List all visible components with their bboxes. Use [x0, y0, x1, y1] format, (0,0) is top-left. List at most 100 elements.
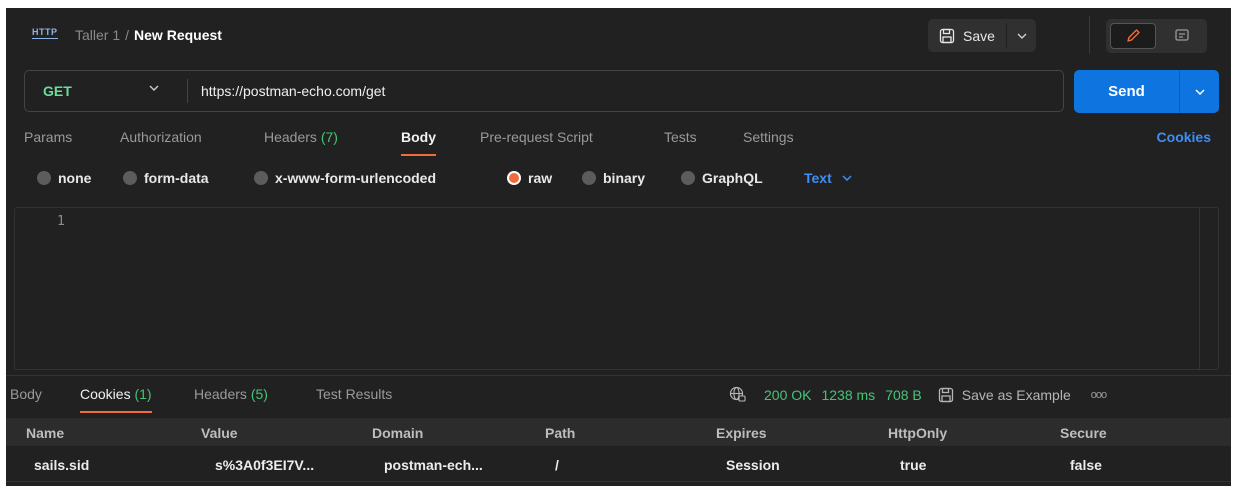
send-button[interactable]: Send [1074, 70, 1179, 113]
send-button-group: Send [1074, 70, 1219, 113]
row-divider [6, 481, 1231, 482]
documentation-mode-button[interactable] [1160, 23, 1204, 49]
status-code[interactable]: 200 OK [764, 387, 811, 403]
save-button-group: Save [928, 19, 1036, 52]
pencil-icon [1125, 28, 1141, 44]
response-tab-test-results[interactable]: Test Results [316, 386, 392, 414]
method-divider [187, 79, 188, 103]
more-options-icon[interactable]: ooo [1091, 389, 1107, 401]
view-mode-toggle [1106, 19, 1207, 53]
column-header-domain: Domain [372, 425, 424, 441]
column-header-path: Path [545, 425, 576, 441]
response-divider [6, 375, 1231, 376]
column-header-secure: Secure [1060, 425, 1107, 441]
breadcrumb-collection[interactable]: Taller 1 [75, 27, 120, 43]
radio-label: none [58, 170, 92, 186]
response-tab-headers[interactable]: Headers (5) [194, 386, 268, 414]
header-divider [1089, 16, 1090, 54]
editor-scrollbar[interactable] [1199, 208, 1200, 369]
tab-label: Body [401, 129, 436, 145]
radio-x-www-form-urlencoded[interactable]: x-www-form-urlencoded [254, 170, 436, 186]
edit-mode-button[interactable] [1110, 23, 1156, 49]
tab-count: (5) [250, 386, 268, 402]
save-icon [939, 28, 955, 44]
column-header-expires: Expires [716, 425, 767, 441]
line-number: 1 [57, 214, 65, 229]
request-tabs: Params Authorization Headers (7) Body Pr… [6, 129, 1231, 159]
raw-format-select[interactable]: Text [804, 170, 852, 186]
method-select[interactable]: GET [25, 71, 187, 111]
response-tab-cookies[interactable]: Cookies (1) [80, 386, 152, 414]
cookie-domain: postman-ech... [384, 457, 483, 473]
cookie-expires: Session [726, 457, 780, 473]
response-tab-body[interactable]: Body [10, 386, 42, 414]
save-button[interactable]: Save [928, 19, 1006, 52]
comment-icon [1174, 28, 1190, 44]
send-label: Send [1108, 83, 1145, 100]
breadcrumb: Taller 1 /New Request [75, 27, 222, 43]
cookie-httponly: true [900, 457, 927, 473]
cookies-table-header: Name Value Domain Path Expires HttpOnly … [6, 418, 1231, 446]
save-as-example-button[interactable]: Save as Example [938, 387, 1071, 403]
radio-label: form-data [144, 170, 209, 186]
radio-dot-selected [507, 171, 521, 185]
radio-form-data[interactable]: form-data [123, 170, 209, 186]
save-icon [938, 387, 954, 403]
radio-label: x-www-form-urlencoded [275, 170, 437, 186]
radio-label: GraphQL [702, 170, 763, 186]
radio-graphql[interactable]: GraphQL [681, 170, 763, 186]
cookies-link[interactable]: Cookies [1157, 129, 1211, 145]
response-size[interactable]: 708 B [885, 387, 922, 403]
tab-headers[interactable]: Headers (7) [264, 129, 338, 157]
column-header-value: Value [201, 425, 238, 441]
tab-label: Settings [743, 129, 794, 145]
cookie-path: / [555, 457, 559, 473]
radio-dot [681, 171, 695, 185]
save-options-button[interactable] [1007, 19, 1036, 52]
tab-body[interactable]: Body [401, 129, 436, 157]
postman-app: HTTP Taller 1/New Request Save GET https… [6, 8, 1231, 486]
tab-label: Authorization [120, 129, 202, 145]
radio-binary[interactable]: binary [582, 170, 645, 186]
url-bar: GET [24, 70, 1064, 112]
tab-label: Cookies [80, 386, 131, 402]
tab-label: Body [10, 386, 42, 402]
chevron-down-icon [149, 85, 159, 91]
tab-settings[interactable]: Settings [743, 129, 794, 157]
cookie-secure: false [1070, 457, 1102, 473]
method-value: GET [43, 83, 72, 99]
save-as-example-label: Save as Example [961, 386, 1071, 403]
network-globe-icon[interactable] [729, 386, 746, 403]
tab-pre-request-script[interactable]: Pre-request Script [480, 129, 593, 157]
body-type-options: none form-data x-www-form-urlencoded raw… [6, 170, 1231, 192]
response-tabs: Body Cookies (1) Headers (5) Test Result… [6, 386, 1231, 416]
chevron-down-icon [842, 175, 852, 181]
send-options-button[interactable] [1180, 70, 1219, 113]
radio-dot [37, 171, 51, 185]
tab-params[interactable]: Params [24, 129, 72, 157]
tab-label: Headers [194, 386, 247, 402]
tab-label: Test Results [316, 386, 393, 402]
tab-label: Pre-request Script [480, 129, 593, 145]
cookie-name: sails.sid [34, 457, 90, 473]
chevron-down-icon [1194, 88, 1205, 95]
response-time[interactable]: 1238 ms [821, 387, 875, 403]
request-name[interactable]: New Request [134, 27, 222, 43]
tab-count: (7) [320, 129, 338, 145]
tab-tests[interactable]: Tests [664, 129, 697, 157]
table-row[interactable]: sails.sid s%3A0f3EI7V... postman-ech... … [6, 448, 1231, 482]
tab-label: Headers [264, 129, 317, 145]
column-header-name: Name [26, 425, 65, 441]
radio-dot [254, 171, 268, 185]
radio-raw[interactable]: raw [507, 170, 552, 186]
response-status-bar: 200 OK 1238 ms 708 B Save as Example ooo [729, 386, 1107, 403]
radio-none[interactable]: none [37, 170, 91, 186]
tab-count: (1) [134, 386, 152, 402]
body-editor[interactable]: 1 [14, 207, 1219, 370]
raw-format-value: Text [804, 170, 832, 186]
column-header-httponly: HttpOnly [888, 425, 948, 441]
tab-authorization[interactable]: Authorization [120, 129, 202, 157]
save-label: Save [963, 27, 995, 44]
url-input[interactable] [201, 71, 1051, 111]
request-header: HTTP Taller 1 /New Request Save [6, 8, 1231, 64]
